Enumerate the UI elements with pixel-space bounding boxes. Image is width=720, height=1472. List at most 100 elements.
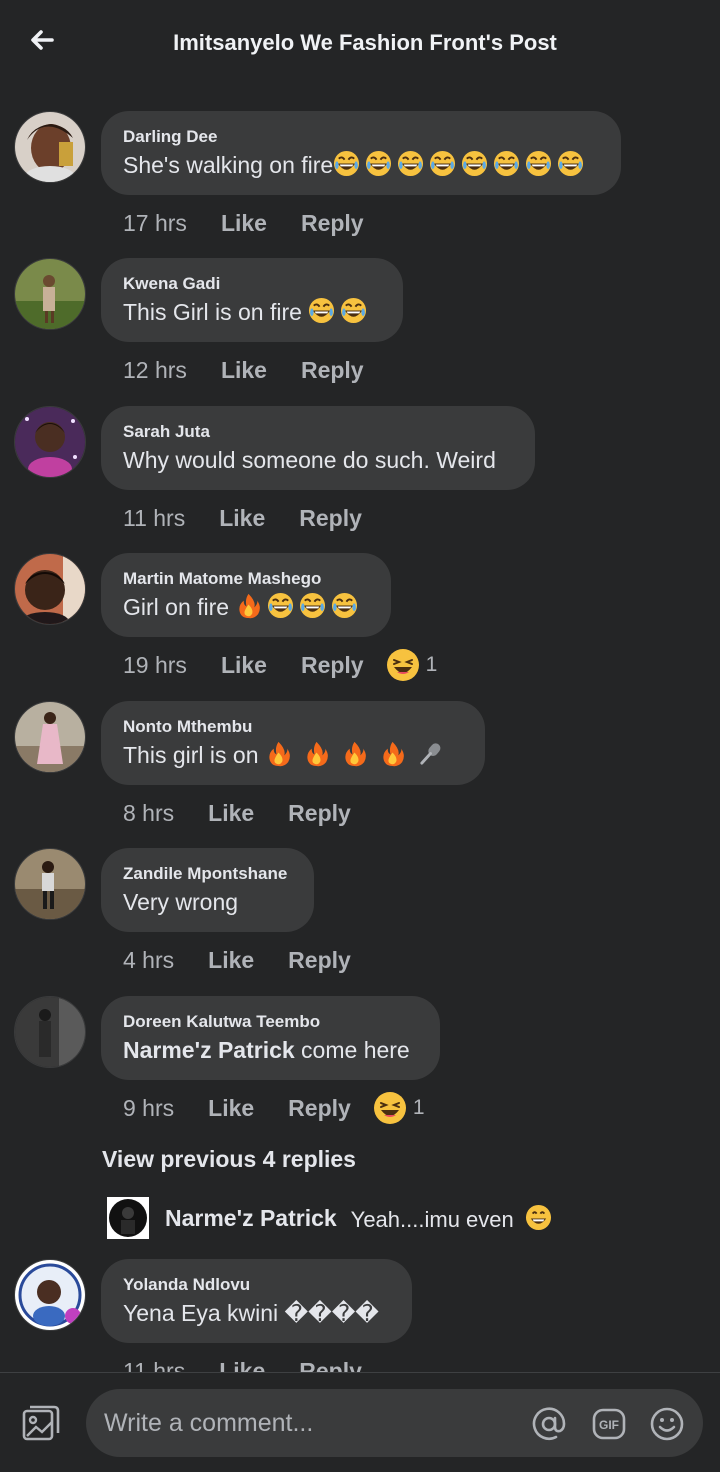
comment-author[interactable]: Doreen Kalutwa Teembo — [123, 1011, 418, 1033]
nested-reply: Narme'z Patrick Yeah....imu even — [107, 1196, 552, 1240]
page-title: Imitsanyelo We Fashion Front's Post — [173, 30, 557, 55]
emoji-row — [333, 150, 584, 178]
emoji-row — [308, 297, 367, 325]
mention-icon[interactable] — [532, 1407, 566, 1441]
comment-text: This girl is on — [123, 740, 463, 770]
laughing-tears-icon — [300, 592, 326, 619]
comment-actions: 11 hrs Like Reply — [123, 502, 362, 534]
reply-button[interactable]: Reply — [301, 652, 364, 679]
comment-actions: 9 hrs Like Reply 1 — [123, 1092, 425, 1124]
emoji-row — [235, 592, 358, 620]
comment-text: Girl on fire — [123, 592, 369, 622]
comment-bubble[interactable]: Sarah Juta Why would someone do such. We… — [101, 406, 535, 490]
avatar[interactable] — [14, 1259, 86, 1331]
laughing-face-icon — [386, 649, 419, 681]
laughing-face-icon — [373, 1092, 406, 1124]
avatar[interactable] — [14, 111, 86, 183]
comment-list[interactable]: Darling Dee She's walking on fire 17 hrs… — [0, 86, 720, 1372]
fire-icon — [345, 741, 366, 767]
avatar[interactable] — [107, 1197, 149, 1239]
timestamp[interactable]: 17 hrs — [123, 210, 187, 237]
like-button[interactable]: Like — [219, 1358, 265, 1373]
like-button[interactable]: Like — [221, 357, 267, 384]
microphone-icon — [420, 743, 441, 765]
timestamp[interactable]: 12 hrs — [123, 357, 187, 384]
laughing-tears-icon — [462, 150, 488, 177]
reaction-count[interactable]: 1 — [373, 1091, 425, 1125]
like-button[interactable]: Like — [208, 800, 254, 827]
timestamp[interactable]: 19 hrs — [123, 652, 187, 679]
reply-text: Yeah....imu even — [351, 1204, 552, 1233]
comment-bubble[interactable]: Kwena Gadi This Girl is on fire — [101, 258, 403, 342]
avatar[interactable] — [14, 406, 86, 478]
laughing-tears-icon — [334, 150, 360, 177]
reply-button[interactable]: Reply — [288, 800, 351, 827]
mention-link[interactable]: Narme'z Patrick — [123, 1037, 295, 1063]
comment-body: This Girl is on fire — [123, 299, 309, 325]
comment-author[interactable]: Nonto Mthembu — [123, 716, 463, 738]
emoji-row — [265, 741, 444, 768]
comment-text: Very wrong — [123, 889, 239, 915]
comment-bubble[interactable]: Darling Dee She's walking on fire — [101, 111, 621, 195]
comment-author[interactable]: Martin Matome Mashego — [123, 568, 369, 590]
comment-bubble[interactable]: Doreen Kalutwa Teembo Narme'z Patrick co… — [101, 996, 440, 1080]
avatar[interactable] — [14, 258, 86, 330]
reply-button[interactable]: Reply — [299, 505, 362, 532]
view-previous-replies-link[interactable]: View previous 4 replies — [102, 1146, 356, 1173]
timestamp[interactable]: 11 hrs — [123, 1358, 185, 1373]
comment-text: This Girl is on fire — [123, 297, 381, 327]
comment-author[interactable]: Zandile Mpontshane — [123, 863, 292, 885]
reply-button[interactable]: Reply — [288, 947, 351, 974]
reaction-count[interactable]: 1 — [386, 648, 437, 682]
reply-button[interactable]: Reply — [301, 357, 364, 384]
comment-body: This girl is on — [123, 742, 265, 768]
avatar[interactable] — [14, 996, 86, 1068]
laughing-tears-icon — [268, 592, 294, 619]
comment-author[interactable]: Sarah Juta — [123, 421, 513, 443]
comment-text: Why would someone do such. Weird — [123, 447, 496, 473]
comment-author[interactable]: Kwena Gadi — [123, 273, 381, 295]
like-button[interactable]: Like — [208, 1095, 254, 1122]
fire-icon — [307, 741, 328, 767]
comment-text: Narme'z Patrick come here — [123, 1035, 418, 1065]
comment-text: Yena Eya kwini ���� — [123, 1300, 379, 1326]
reply-button[interactable]: Reply — [288, 1095, 351, 1122]
svg-text:GIF: GIF — [599, 1418, 619, 1432]
like-button[interactable]: Like — [219, 505, 265, 532]
comment-input-placeholder: Write a comment... — [104, 1409, 314, 1437]
header-bar: Imitsanyelo We Fashion Front's Post — [0, 0, 720, 86]
timestamp[interactable]: 11 hrs — [123, 505, 185, 532]
timestamp[interactable]: 8 hrs — [123, 800, 174, 827]
comment-input[interactable]: Write a comment... GIF — [86, 1389, 703, 1457]
emoji-icon[interactable] — [650, 1407, 684, 1441]
laughing-tears-icon — [558, 150, 584, 177]
photo-icon[interactable] — [21, 1403, 61, 1443]
reply-body: Yeah....imu even — [350, 1206, 520, 1232]
comment-bubble[interactable]: Nonto Mthembu This girl is on — [101, 701, 485, 785]
comment-author[interactable]: Darling Dee — [123, 126, 599, 148]
reply-author[interactable]: Narme'z Patrick — [165, 1205, 337, 1232]
laughing-tears-icon — [366, 150, 392, 177]
reply-button[interactable]: Reply — [301, 210, 364, 237]
avatar[interactable] — [14, 848, 86, 920]
timestamp[interactable]: 9 hrs — [123, 1095, 174, 1122]
gif-icon[interactable]: GIF — [592, 1407, 626, 1441]
timestamp[interactable]: 4 hrs — [123, 947, 174, 974]
like-button[interactable]: Like — [221, 652, 267, 679]
comment-actions: 8 hrs Like Reply — [123, 797, 351, 829]
comment-bubble[interactable]: Yolanda Ndlovu Yena Eya kwini ���� — [101, 1259, 412, 1343]
comment-body: She's walking on fire — [123, 152, 334, 178]
laughing-tears-icon — [430, 150, 456, 177]
avatar[interactable] — [14, 553, 86, 625]
avatar[interactable] — [14, 701, 86, 773]
comment-author[interactable]: Yolanda Ndlovu — [123, 1274, 390, 1296]
comment-bubble[interactable]: Zandile Mpontshane Very wrong — [101, 848, 314, 932]
comment-bubble[interactable]: Martin Matome Mashego Girl on fire — [101, 553, 391, 637]
comment-actions: 11 hrs Like Reply — [123, 1355, 362, 1373]
comment-actions: 19 hrs Like Reply 1 — [123, 649, 437, 681]
reply-button[interactable]: Reply — [299, 1358, 362, 1373]
like-button[interactable]: Like — [208, 947, 254, 974]
like-button[interactable]: Like — [221, 210, 267, 237]
reaction-count-value: 1 — [412, 1096, 425, 1119]
fire-icon — [383, 741, 404, 767]
